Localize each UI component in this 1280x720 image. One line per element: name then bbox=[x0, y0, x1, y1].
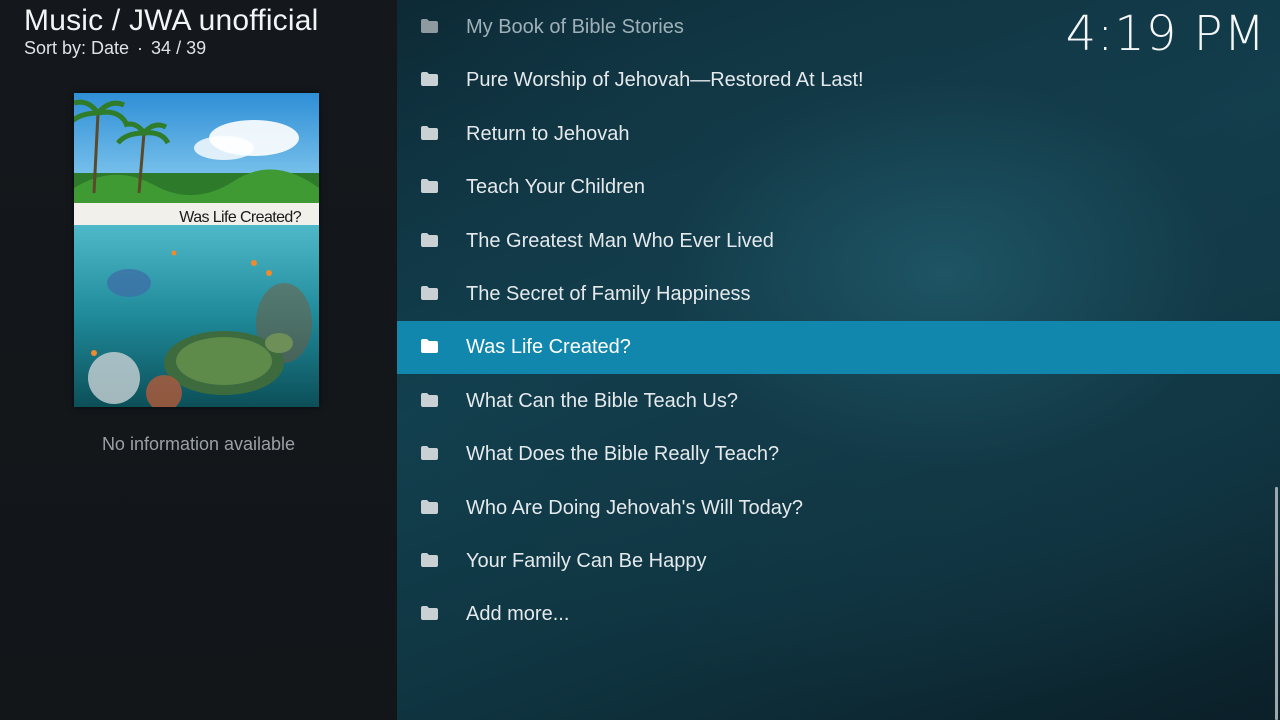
info-panel: Music / JWA unofficial Sort by: Date · 34 … bbox=[0, 0, 397, 720]
list-item[interactable]: Was Life Created? bbox=[397, 321, 1280, 375]
sort-info: Sort by: Date · 34 / 39 bbox=[24, 38, 206, 59]
folder-icon bbox=[421, 606, 438, 621]
poster-image: Was Life Created? bbox=[74, 93, 319, 407]
folder-icon bbox=[421, 339, 438, 354]
list-item[interactable]: Add more... bbox=[397, 588, 1280, 641]
list-item[interactable]: My Book of Bible Stories bbox=[397, 1, 1280, 54]
list-item-label: My Book of Bible Stories bbox=[466, 16, 684, 38]
folder-icon bbox=[421, 446, 438, 461]
list-item-label: Add more... bbox=[466, 603, 570, 626]
list-item[interactable]: What Does the Bible Really Teach? bbox=[397, 428, 1280, 481]
list-item-label: Was Life Created? bbox=[466, 336, 631, 359]
list-item[interactable]: Teach Your Children bbox=[397, 161, 1280, 214]
list-item-label: Return to Jehovah bbox=[466, 122, 630, 145]
list-item-label: Who Are Doing Jehovah's Will Today? bbox=[466, 496, 803, 519]
poster-title: Was Life Created? bbox=[179, 209, 301, 226]
item-position: 34 / 39 bbox=[151, 38, 207, 58]
info-text: No information available bbox=[101, 434, 296, 454]
page-title: Music / JWA unofficial bbox=[24, 4, 319, 37]
folder-icon bbox=[421, 286, 438, 300]
list-item-label: What Can the Bible Teach Us? bbox=[466, 389, 739, 412]
list-item[interactable]: Who Are Doing Jehovah's Will Today? bbox=[397, 482, 1280, 535]
folder-icon bbox=[421, 72, 438, 87]
folder-icon bbox=[421, 179, 438, 194]
list-item-label: The Greatest Man Who Ever Lived bbox=[466, 229, 774, 252]
list-item-label: The Secret of Family Happiness bbox=[466, 283, 751, 305]
sort-label[interactable]: Sort by: Date bbox=[24, 38, 129, 58]
list-item[interactable]: Pure Worship of Jehovah—Restored At Last… bbox=[397, 54, 1280, 107]
scrollbar[interactable] bbox=[1275, 487, 1278, 720]
folder-icon bbox=[421, 499, 438, 514]
list-item-label: Teach Your Children bbox=[466, 176, 646, 199]
list-item-label: Pure Worship of Jehovah—Restored At Last… bbox=[466, 69, 864, 92]
list-item[interactable]: Return to Jehovah bbox=[397, 108, 1280, 161]
folder-icon bbox=[421, 553, 438, 567]
list-item-label: Your Family Can Be Happy bbox=[466, 550, 707, 572]
folder-icon bbox=[421, 19, 438, 33]
folder-icon bbox=[421, 392, 438, 407]
list-item[interactable]: The Greatest Man Who Ever Lived bbox=[397, 215, 1280, 268]
list-item-label: What Does the Bible Really Teach? bbox=[466, 443, 780, 466]
list-item[interactable]: Your Family Can Be Happy bbox=[397, 535, 1280, 588]
separator: · bbox=[137, 38, 144, 58]
folder-icon bbox=[421, 232, 438, 247]
folder-icon bbox=[421, 125, 438, 140]
poster-artwork bbox=[74, 93, 319, 407]
list-item[interactable]: The Secret of Family Happiness bbox=[397, 268, 1280, 321]
list-item[interactable]: What Can the Bible Teach Us? bbox=[397, 375, 1280, 428]
